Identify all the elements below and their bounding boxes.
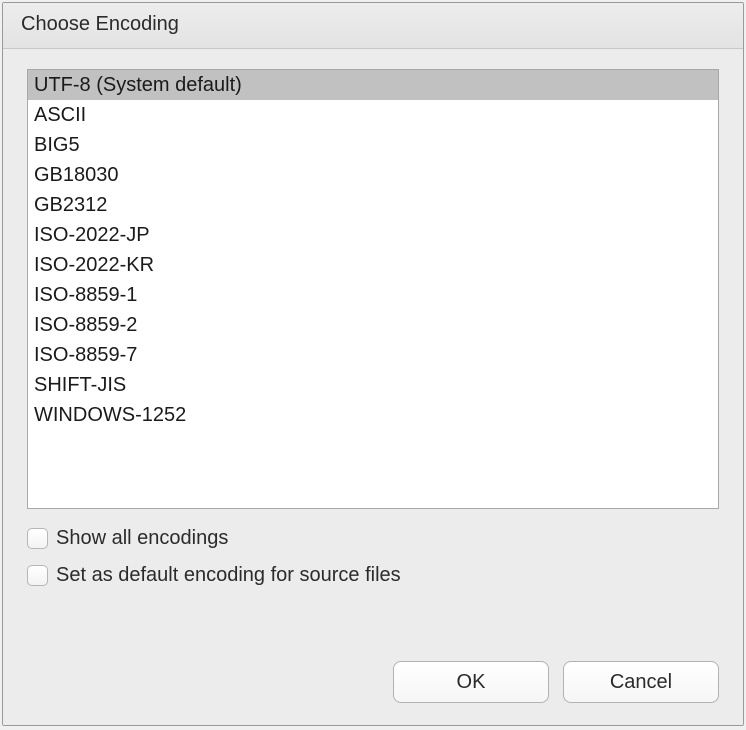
list-item[interactable]: ISO-2022-JP: [28, 220, 718, 250]
dialog-title: Choose Encoding: [21, 13, 725, 36]
cancel-button[interactable]: Cancel: [563, 661, 719, 703]
list-item[interactable]: ISO-8859-1: [28, 280, 718, 310]
list-item[interactable]: ASCII: [28, 100, 718, 130]
list-item[interactable]: ISO-8859-7: [28, 340, 718, 370]
list-item[interactable]: GB2312: [28, 190, 718, 220]
set-default-encoding-label: Set as default encoding for source files: [56, 564, 401, 587]
list-item[interactable]: BIG5: [28, 130, 718, 160]
list-item[interactable]: UTF-8 (System default): [28, 70, 718, 100]
dialog-header: Choose Encoding: [3, 3, 743, 49]
ok-button[interactable]: OK: [393, 661, 549, 703]
show-all-encodings-row: Show all encodings: [27, 527, 719, 550]
list-item[interactable]: SHIFT-JIS: [28, 370, 718, 400]
choose-encoding-dialog: Choose Encoding UTF-8 (System default)AS…: [2, 2, 744, 726]
show-all-encodings-label: Show all encodings: [56, 527, 228, 550]
set-default-encoding-checkbox[interactable]: [27, 565, 48, 586]
list-item[interactable]: ISO-8859-2: [28, 310, 718, 340]
dialog-footer: OK Cancel: [3, 647, 743, 725]
set-default-encoding-row: Set as default encoding for source files: [27, 564, 719, 587]
show-all-encodings-checkbox[interactable]: [27, 528, 48, 549]
dialog-body: UTF-8 (System default)ASCIIBIG5GB18030GB…: [3, 49, 743, 647]
list-item[interactable]: ISO-2022-KR: [28, 250, 718, 280]
encoding-listbox[interactable]: UTF-8 (System default)ASCIIBIG5GB18030GB…: [27, 69, 719, 509]
list-item[interactable]: GB18030: [28, 160, 718, 190]
list-item[interactable]: WINDOWS-1252: [28, 400, 718, 430]
